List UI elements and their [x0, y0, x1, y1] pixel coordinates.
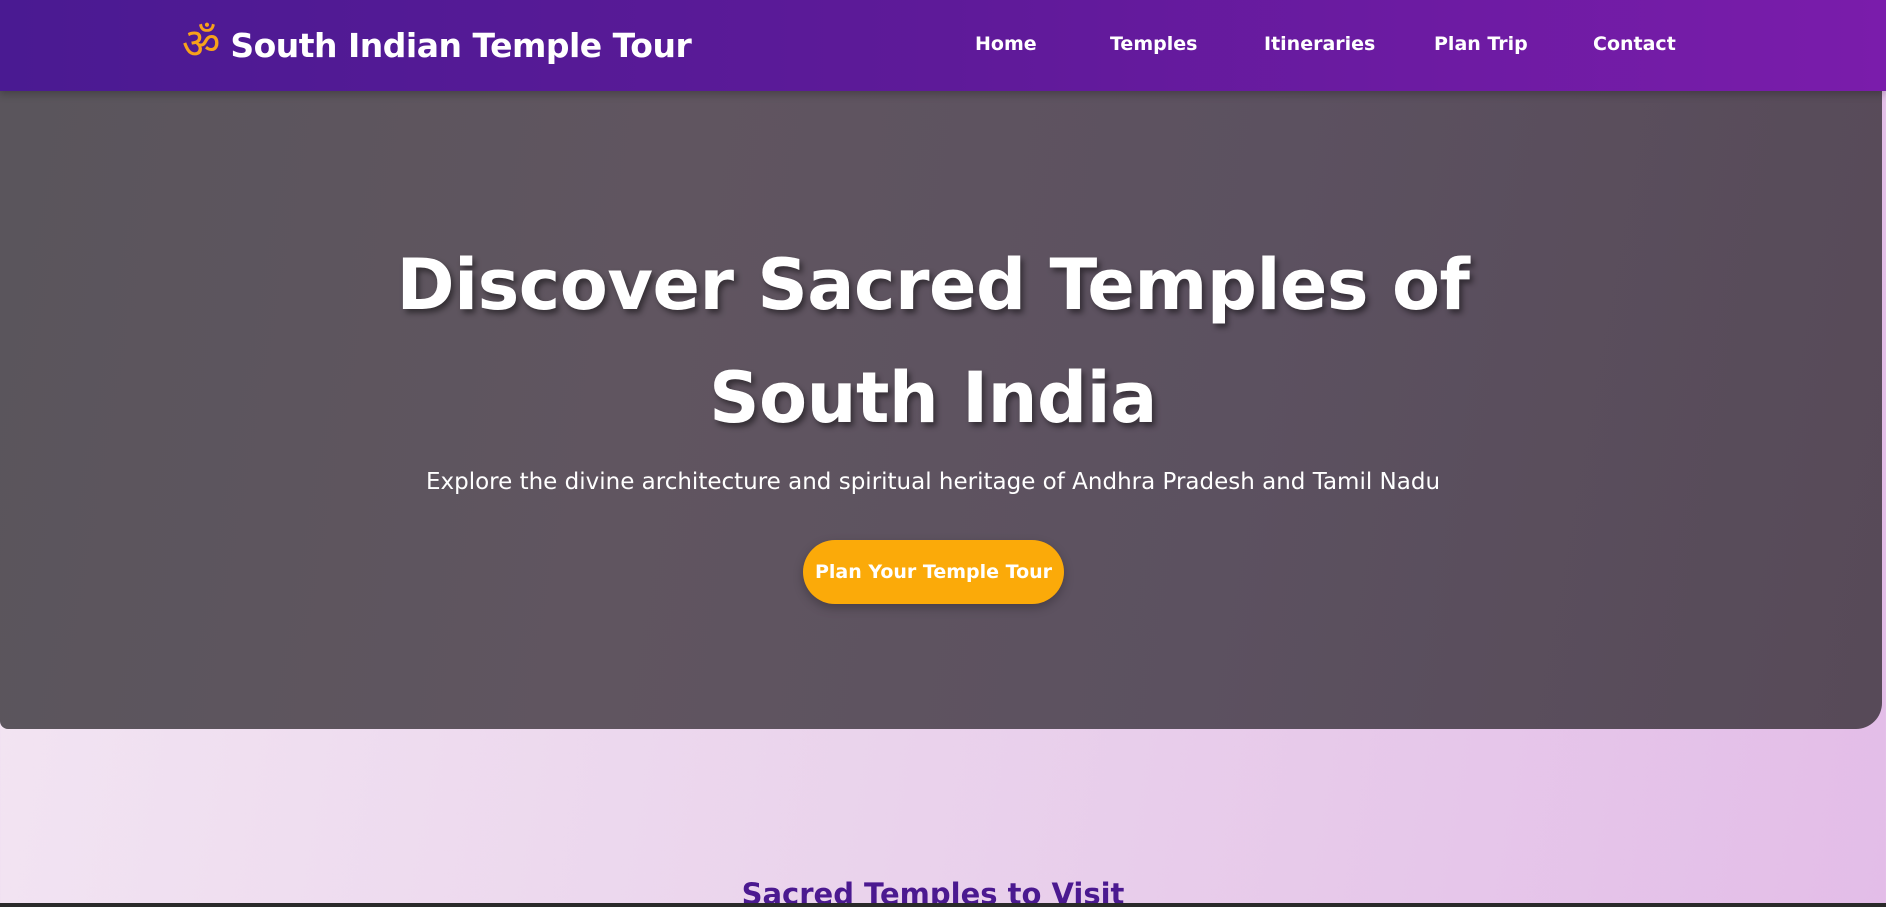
- top-navbar: ॐ South Indian Temple Tour Home Temples …: [0, 0, 1886, 91]
- plan-tour-button[interactable]: Plan Your Temple Tour: [803, 540, 1064, 604]
- om-icon: ॐ: [182, 18, 221, 68]
- viewport-bottom-edge: [0, 903, 1886, 907]
- nav-plan-trip-link[interactable]: Plan Trip: [1434, 33, 1528, 55]
- site-title: South Indian Temple Tour: [230, 26, 692, 65]
- nav-contact-link[interactable]: Contact: [1593, 33, 1676, 55]
- hero-title-line-2: South India: [709, 357, 1157, 439]
- nav-home-link[interactable]: Home: [975, 33, 1037, 55]
- nav-itineraries-link[interactable]: Itineraries: [1264, 33, 1375, 55]
- hero-title: Discover Sacred Temples of South India: [0, 229, 1866, 455]
- nav-temples-link[interactable]: Temples: [1110, 33, 1197, 55]
- brand-logo[interactable]: ॐ South Indian Temple Tour: [182, 0, 692, 91]
- hero-title-line-1: Discover Sacred Temples of: [396, 244, 1471, 326]
- hero-subtitle: Explore the divine architecture and spir…: [425, 469, 1441, 495]
